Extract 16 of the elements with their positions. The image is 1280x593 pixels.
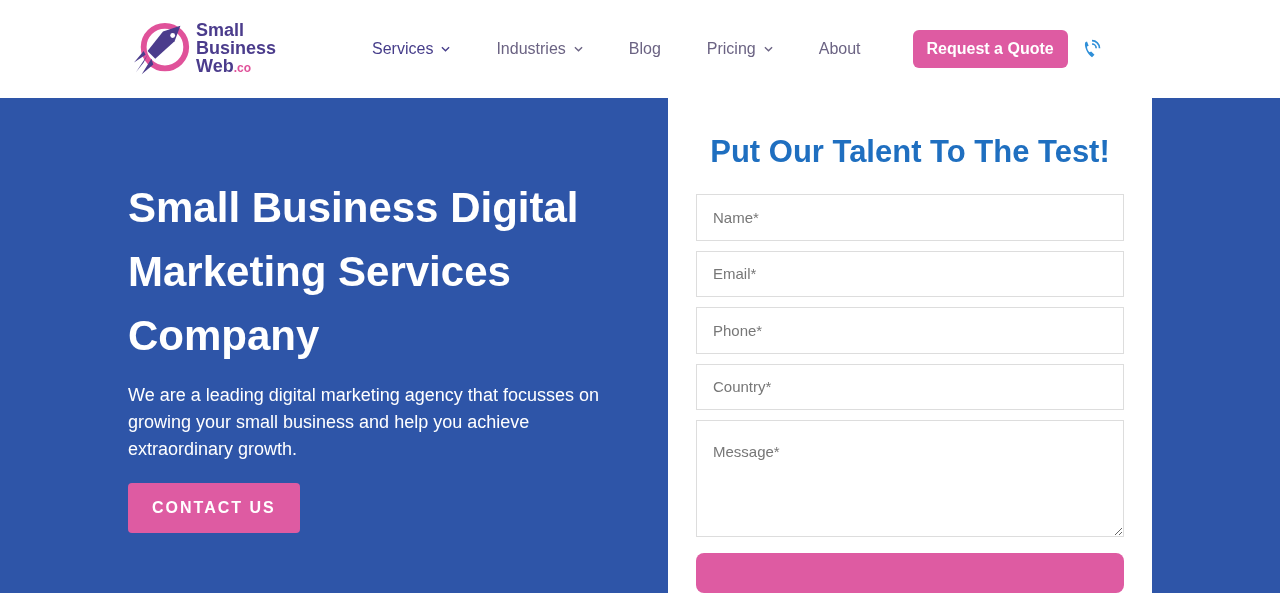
hero-heading: Small Business Digital Marketing Services Company [128, 183, 580, 361]
nav-link[interactable]: About [818, 40, 861, 58]
nav-link[interactable]: Blog [628, 40, 661, 58]
request-quote-button[interactable]: Request a Quote [912, 30, 1068, 68]
contact-us-button[interactable]: CONTACT US [128, 483, 300, 533]
nav-link[interactable]: Services [372, 40, 451, 58]
input-field[interactable]: Phone* [696, 307, 1124, 354]
nav-link[interactable]: Pricing [706, 40, 773, 58]
message-field[interactable]: Message* [696, 420, 1124, 537]
input-field[interactable]: Name* [696, 194, 1124, 241]
input-field[interactable]: Email* [696, 250, 1124, 298]
logo-wordmark[interactable]: Small Business Web.co [196, 21, 277, 77]
hero-description: We are a leading digital marketing agency that focusses on growing your small business and help you achieve extraordinary growth. [128, 384, 600, 461]
nav-link[interactable]: Industries [496, 40, 583, 58]
input-field[interactable]: Country* [696, 363, 1124, 411]
form-heading: Put Our Talent To The Test! [709, 134, 1111, 170]
